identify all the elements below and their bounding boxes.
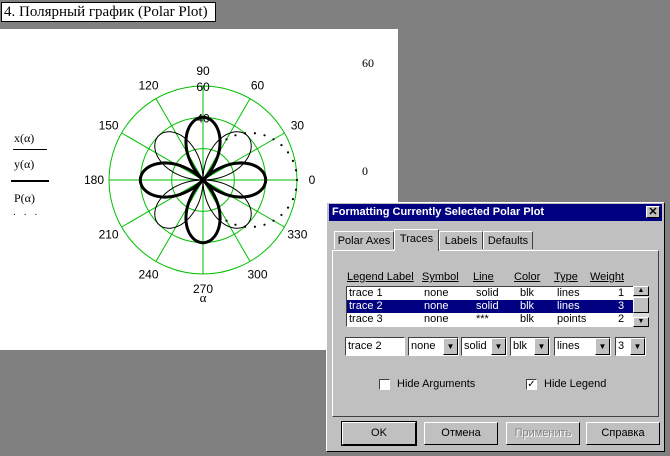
trace-point bbox=[280, 143, 283, 147]
trace-point bbox=[253, 132, 257, 135]
list-item[interactable]: trace 1 none solid blk lines 1 bbox=[347, 287, 633, 300]
trace-point bbox=[234, 134, 237, 137]
col-line: Line bbox=[473, 271, 494, 283]
angle-tick-label: 60 bbox=[251, 79, 265, 93]
traces-panel: Legend Label Symbol Line Color Type Weig… bbox=[332, 250, 659, 417]
trace-point bbox=[295, 178, 299, 182]
trace-point bbox=[253, 225, 257, 228]
range-top-value[interactable]: 60 bbox=[362, 56, 374, 71]
angle-tick-label: 180 bbox=[84, 173, 104, 187]
trace-point bbox=[225, 219, 228, 222]
radial-tick-label: 40 bbox=[196, 111, 210, 125]
type-select[interactable]: lines ▼ bbox=[554, 337, 611, 356]
apply-button[interactable]: Применить bbox=[506, 422, 580, 445]
col-type: Type bbox=[554, 271, 578, 283]
tab-defaults[interactable]: Defaults bbox=[483, 231, 533, 249]
radial-tick-label: 60 bbox=[196, 80, 210, 94]
trace-point bbox=[286, 206, 290, 209]
trace-point bbox=[272, 138, 275, 141]
angle-tick-label: 330 bbox=[287, 228, 307, 242]
trace-point bbox=[272, 219, 275, 222]
format-dialog: Formatting Currently Selected Polar Plot… bbox=[326, 202, 665, 452]
angle-tick-label: 0 bbox=[309, 173, 316, 187]
trace-point bbox=[243, 132, 247, 135]
close-button[interactable]: ✕ bbox=[646, 206, 660, 218]
cancel-button[interactable]: Отмена bbox=[424, 422, 498, 445]
col-symbol: Symbol bbox=[422, 271, 459, 283]
angle-tick-label: 210 bbox=[99, 228, 119, 242]
angle-tick-label: 240 bbox=[138, 267, 158, 281]
grid-spoke bbox=[202, 132, 285, 181]
col-weight: Weight bbox=[590, 271, 625, 283]
trace-point bbox=[280, 213, 283, 217]
legend-y-label: y(α) bbox=[14, 157, 35, 171]
help-button[interactable]: Справка bbox=[586, 422, 660, 445]
angle-tick-label: 150 bbox=[99, 119, 119, 133]
legend-p-label: P(α) bbox=[14, 191, 35, 205]
trace-point bbox=[294, 169, 298, 172]
legend-dots: ... bbox=[13, 207, 46, 218]
trace-point bbox=[291, 198, 295, 201]
angle-tick-label: 90 bbox=[196, 64, 210, 78]
legend-label-input[interactable]: trace 2 bbox=[345, 337, 405, 356]
col-legend-label: Legend Label bbox=[347, 271, 414, 283]
dialog-title: Formatting Currently Selected Polar Plot bbox=[332, 206, 545, 218]
trace-point bbox=[263, 134, 266, 137]
worksheet: 4. Полярный график (Polar Plot) 90 120 60 1… bbox=[0, 0, 670, 456]
chevron-down-icon[interactable]: ▼ bbox=[534, 338, 549, 355]
angle-tick-label: 300 bbox=[247, 267, 267, 281]
chevron-down-icon[interactable]: ▼ bbox=[491, 338, 506, 355]
scroll-down-icon[interactable]: ▼ bbox=[633, 317, 649, 327]
trace-point bbox=[291, 159, 295, 162]
chevron-down-icon[interactable]: ▼ bbox=[443, 338, 458, 355]
grid-spoke bbox=[155, 179, 204, 262]
hide-legend-checkbox[interactable]: ✓ bbox=[526, 379, 537, 390]
legend-x-label: x(α) bbox=[14, 131, 35, 145]
tab-polar-axes[interactable]: Polar Axes bbox=[334, 231, 394, 249]
chevron-down-icon[interactable]: ▼ bbox=[595, 338, 610, 355]
trace-point bbox=[234, 223, 237, 226]
range-bottom-value[interactable]: 0 bbox=[362, 164, 368, 179]
dialog-titlebar[interactable]: Formatting Currently Selected Polar Plot… bbox=[329, 204, 662, 221]
chevron-down-icon[interactable]: ▼ bbox=[630, 338, 645, 355]
weight-select[interactable]: 3 ▼ bbox=[615, 337, 646, 356]
angle-tick-label: 120 bbox=[138, 79, 158, 93]
hide-arguments-label[interactable]: Hide Arguments bbox=[397, 378, 475, 390]
list-item-selected[interactable]: trace 2 none solid blk lines 3 bbox=[347, 300, 633, 313]
line-select[interactable]: solid ▼ bbox=[461, 337, 507, 356]
angle-variable-label: α bbox=[200, 290, 207, 305]
ok-button[interactable]: OK bbox=[341, 421, 417, 446]
list-scrollbar[interactable]: ▲ ▼ bbox=[633, 286, 649, 327]
trace-point bbox=[225, 138, 228, 141]
hide-arguments-checkbox[interactable] bbox=[379, 379, 390, 390]
grid-spoke bbox=[202, 179, 285, 228]
grid-spoke bbox=[121, 179, 204, 228]
hide-legend-label[interactable]: Hide Legend bbox=[544, 378, 606, 390]
trace-point bbox=[294, 188, 298, 191]
region-title: 4. Полярный график (Polar Plot) bbox=[1, 2, 216, 22]
angle-tick-label: 30 bbox=[291, 119, 305, 133]
scroll-thumb[interactable] bbox=[633, 297, 649, 313]
trace-point bbox=[263, 223, 266, 226]
legend-divider bbox=[11, 180, 49, 182]
grid-spoke bbox=[121, 132, 204, 181]
trace-point bbox=[286, 151, 290, 154]
color-select[interactable]: blk ▼ bbox=[510, 337, 550, 356]
list-item[interactable]: trace 3 none *** blk points 2 bbox=[347, 313, 633, 326]
tab-traces[interactable]: Traces bbox=[394, 229, 439, 251]
symbol-select[interactable]: none ▼ bbox=[408, 337, 459, 356]
tab-labels[interactable]: Labels bbox=[439, 231, 483, 249]
scroll-up-icon[interactable]: ▲ bbox=[633, 286, 649, 296]
trace-point bbox=[243, 225, 247, 228]
col-color: Color bbox=[514, 271, 541, 283]
traces-list[interactable]: trace 1 none solid blk lines 1 trace 2 none … bbox=[346, 286, 635, 327]
legend-divider bbox=[13, 149, 47, 150]
